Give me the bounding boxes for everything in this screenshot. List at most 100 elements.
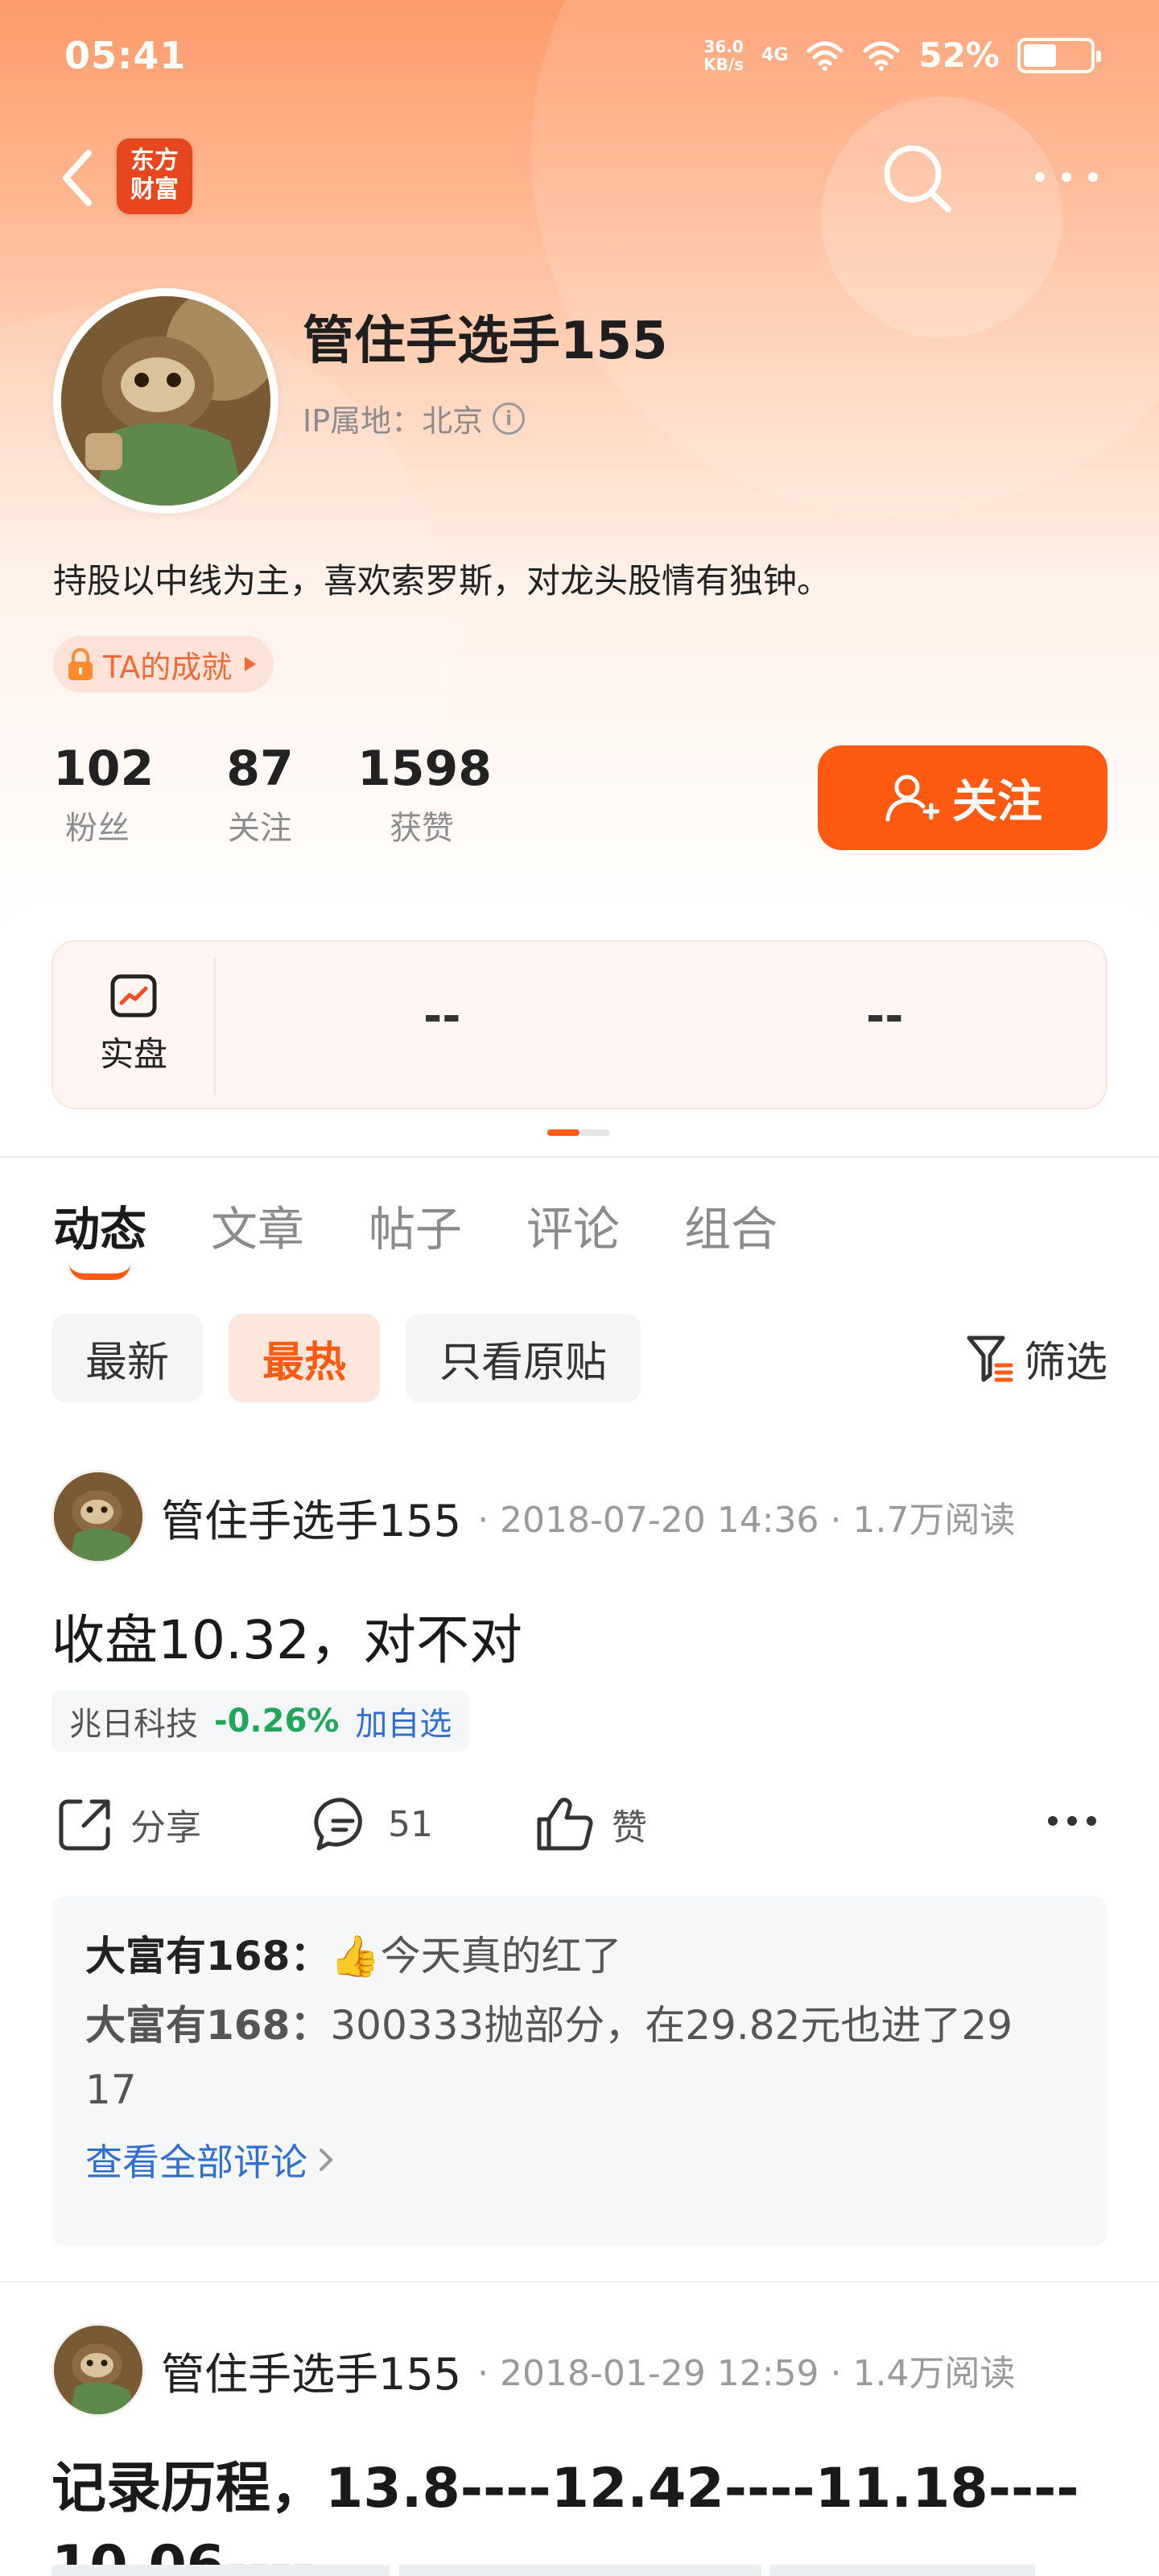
achievement-label: TA的成就: [103, 649, 233, 685]
content-tabs: 动态 文章 帖子 评论 组合: [53, 1191, 777, 1280]
real-trading-label: 实盘: [99, 1034, 167, 1074]
chart-trend-icon: [110, 974, 157, 1017]
share-button[interactable]: 分享: [56, 1795, 201, 1853]
tab-articles[interactable]: 文章: [211, 1191, 304, 1259]
status-time: 05:41: [64, 34, 187, 77]
tab-active-indicator: [69, 1264, 130, 1280]
tab-portfolio[interactable]: 组合: [684, 1191, 777, 1259]
filter-original-only[interactable]: 只看原贴: [406, 1314, 641, 1402]
post-image-thumb[interactable]: [52, 2565, 390, 2576]
post-title[interactable]: 收盘10.32，对不对: [52, 1597, 522, 1674]
add-user-icon: [885, 774, 939, 822]
comment-text-continued: 17: [85, 2066, 137, 2113]
post-header: 管住手选手155 · 2018-01-29 12:59 · 1.4万阅读: [52, 2323, 1015, 2417]
post-image-thumb[interactable]: [399, 2565, 761, 2576]
avatar[interactable]: [52, 2323, 145, 2417]
tab-dynamic[interactable]: 动态: [53, 1191, 146, 1280]
post-author[interactable]: 管住手选手155: [161, 2339, 461, 2402]
section-divider: [0, 1156, 1159, 1158]
profile-avatar[interactable]: [53, 288, 278, 514]
profile-stats: 102 粉丝 87 关注 1598 获赞: [53, 741, 492, 848]
info-icon[interactable]: i: [493, 402, 526, 435]
stock-change: -0.26%: [214, 1703, 340, 1740]
achievement-badge[interactable]: TA的成就: [53, 636, 274, 692]
comment-preview: 大富有168：👍今天真的红了 大富有168：300333抛部分，在29.82元也…: [52, 1897, 1107, 2246]
view-all-comments-link[interactable]: 查看全部评论: [85, 2133, 1074, 2186]
status-icons: 36.0 KB/s 4G 52%: [703, 35, 1101, 75]
more-button[interactable]: [1030, 161, 1103, 193]
profile-username: 管住手选手155: [303, 312, 668, 371]
battery-percent: 52%: [918, 35, 1000, 75]
stat-likes[interactable]: 1598 获赞: [357, 741, 492, 848]
ip-location: IP属地：北京 i: [303, 396, 526, 440]
chevron-right-icon: [320, 2149, 333, 2171]
comment-text: 今天真的红了: [380, 1933, 622, 1979]
filter-latest[interactable]: 最新: [52, 1314, 204, 1402]
network-speed: 36.0 KB/s: [703, 36, 744, 74]
filter-hottest[interactable]: 最热: [229, 1314, 381, 1402]
post-actions: 分享 51 赞: [52, 1795, 1107, 1868]
comment-icon: [314, 1798, 362, 1851]
view-all-label: 查看全部评论: [85, 2140, 307, 2184]
avatar-image: [61, 296, 270, 506]
comment-item[interactable]: 大富有168：300333抛部分，在29.82元也进了29 17: [85, 1993, 1074, 2122]
more-dots-icon: [1035, 172, 1098, 182]
post-divider: [0, 2281, 1159, 2283]
thumbs-up-icon: [537, 1798, 593, 1851]
status-bar: 05:41 36.0 KB/s 4G 52%: [0, 0, 1159, 121]
sort-filters: 最新 最热 只看原贴: [52, 1314, 641, 1402]
post-meta: · 2018-07-20 14:36 · 1.7万阅读: [477, 1500, 1016, 1541]
signal-4g-icon: 4G: [761, 44, 789, 65]
stat-fans[interactable]: 102 粉丝: [53, 741, 154, 848]
follow-button[interactable]: 关注: [818, 745, 1107, 850]
chevron-left-icon: [63, 150, 92, 206]
tab-comments[interactable]: 评论: [526, 1191, 620, 1259]
real-trading-value-1: --: [423, 990, 461, 1042]
like-label: 赞: [612, 1807, 647, 1848]
comment-count: 51: [388, 1803, 433, 1845]
stat-following[interactable]: 87 关注: [216, 741, 304, 848]
real-trading-card[interactable]: 实盘 -- --: [52, 940, 1107, 1109]
carousel-indicator: [547, 1129, 610, 1136]
back-button[interactable]: [48, 142, 105, 214]
post-image-thumb[interactable]: [769, 2565, 1035, 2576]
post-title[interactable]: 记录历程，13.8----12.42----11.18----10.06----: [52, 2450, 1114, 2576]
avatar-image: [54, 1472, 142, 1561]
comment-user[interactable]: 大富有168：: [85, 1933, 330, 1979]
real-trading-value-2: --: [866, 990, 904, 1042]
wifi-icon: [806, 41, 843, 71]
thumbs-up-emoji-icon: 👍: [330, 1933, 381, 1979]
filter-icon: [967, 1335, 1013, 1381]
divider: [214, 958, 216, 1095]
profile-bio: 持股以中线为主，喜欢索罗斯，对龙头股情有独钟。: [53, 561, 831, 601]
real-trading-entry[interactable]: 实盘: [53, 942, 214, 1108]
battery-icon: [1017, 37, 1101, 73]
avatar[interactable]: [52, 1470, 145, 1563]
post-more-button[interactable]: [1046, 1813, 1098, 1829]
tab-posts[interactable]: 帖子: [369, 1191, 462, 1259]
search-icon: [884, 145, 951, 213]
add-watchlist-button[interactable]: 加自选: [355, 1698, 452, 1744]
stock-name: 兆日科技: [69, 1706, 198, 1743]
comment-item[interactable]: 大富有168：👍今天真的红了: [85, 1924, 1074, 1988]
filter-label: 筛选: [1023, 1339, 1107, 1387]
top-nav: 东方 财富: [0, 129, 1159, 225]
comment-button[interactable]: 51: [314, 1795, 433, 1853]
comment-user[interactable]: 大富有168：: [85, 2002, 330, 2049]
avatar-image: [54, 2326, 142, 2414]
triangle-right-icon: [245, 657, 257, 671]
share-label: 分享: [130, 1807, 201, 1848]
filter-button[interactable]: 筛选: [966, 1328, 1107, 1389]
post-header: 管住手选手155 · 2018-07-20 14:36 · 1.7万阅读: [52, 1470, 1015, 1563]
comment-text: 300333抛部分，在29.82元也进了29: [330, 2002, 1013, 2049]
avatar: [61, 296, 270, 506]
share-icon: [59, 1799, 110, 1851]
stock-tag[interactable]: 兆日科技 -0.26% 加自选: [52, 1690, 470, 1752]
search-button[interactable]: [877, 138, 958, 219]
ip-location-text: IP属地：北京: [303, 403, 484, 439]
like-button[interactable]: 赞: [534, 1795, 647, 1853]
app-logo: 东方 财富: [117, 138, 192, 214]
lock-icon: [68, 648, 93, 680]
post-meta: · 2018-01-29 12:59 · 1.4万阅读: [477, 2353, 1016, 2394]
post-author[interactable]: 管住手选手155: [161, 1485, 461, 1549]
